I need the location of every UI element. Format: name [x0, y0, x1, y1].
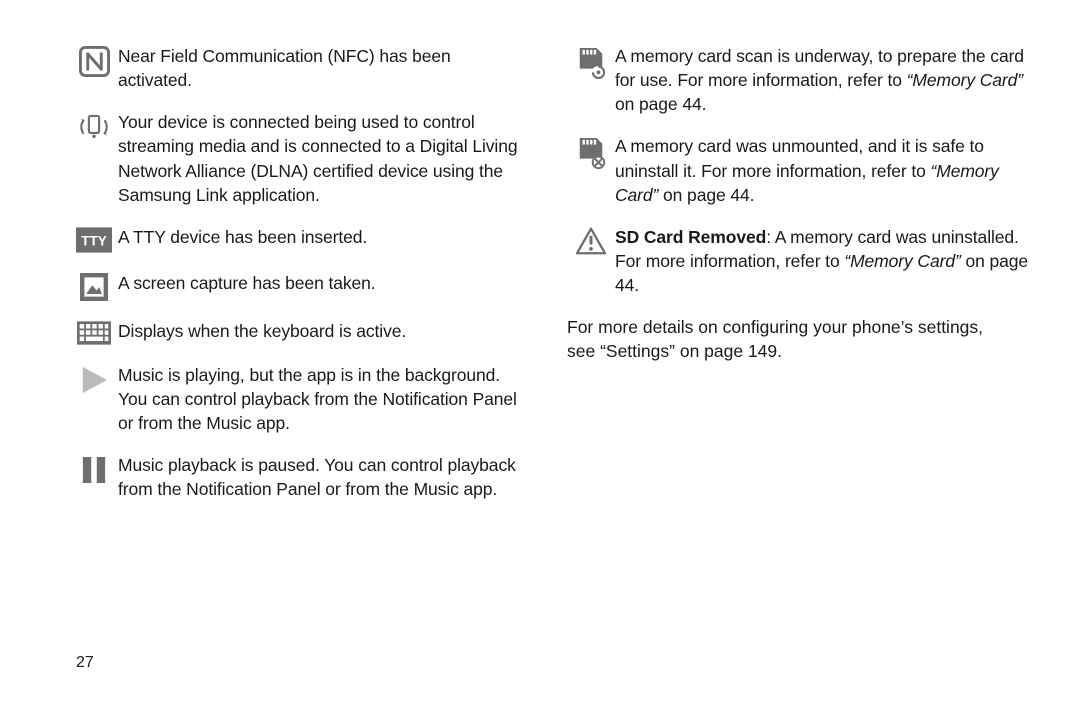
svg-text:TTY: TTY	[81, 233, 107, 248]
item-keyboard: Displays when the keyboard is active.	[70, 319, 529, 345]
tty-desc: A TTY device has been inserted.	[118, 225, 529, 249]
item-sd-unmount: A memory card was unmounted, and it is s…	[567, 134, 1036, 206]
sd-scan-desc: A memory card scan is underway, to prepa…	[615, 44, 1036, 116]
item-music-pause: Music playback is paused. You can contro…	[70, 453, 529, 501]
sd-removed-desc: SD Card Removed: A memory card was unins…	[615, 225, 1036, 297]
keyboard-desc: Displays when the keyboard is active.	[118, 319, 529, 343]
music-play-desc: Music is playing, but the app is in the …	[118, 363, 529, 435]
dlna-desc: Your device is connected being used to c…	[118, 110, 529, 207]
pause-icon	[70, 453, 118, 485]
sd-unmount-icon	[567, 134, 615, 170]
item-screenshot: A screen capture has been taken.	[70, 271, 529, 301]
item-sd-scan: A memory card scan is underway, to prepa…	[567, 44, 1036, 116]
sd-scan-icon	[567, 44, 615, 80]
item-nfc: Near Field Communication (NFC) has been …	[70, 44, 529, 92]
tty-icon: TTY	[70, 225, 118, 253]
keyboard-icon	[70, 319, 118, 345]
page-number: 27	[76, 654, 94, 672]
item-dlna: Your device is connected being used to c…	[70, 110, 529, 207]
warning-icon	[567, 225, 615, 255]
item-music-play: Music is playing, but the app is in the …	[70, 363, 529, 435]
item-tty: TTY A TTY device has been inserted.	[70, 225, 529, 253]
screenshot-desc: A screen capture has been taken.	[118, 271, 529, 295]
play-icon	[70, 363, 118, 395]
right-column: A memory card scan is underway, to prepa…	[553, 44, 1036, 720]
manual-page: Near Field Communication (NFC) has been …	[0, 0, 1080, 720]
nfc-icon	[70, 44, 118, 77]
dlna-icon	[70, 110, 118, 142]
left-column: Near Field Communication (NFC) has been …	[70, 44, 553, 720]
music-pause-desc: Music playback is paused. You can contro…	[118, 453, 529, 501]
sd-unmount-desc: A memory card was unmounted, and it is s…	[615, 134, 1036, 206]
settings-footnote: For more details on configuring your pho…	[567, 315, 1036, 363]
item-sd-removed: SD Card Removed: A memory card was unins…	[567, 225, 1036, 297]
screenshot-icon	[70, 271, 118, 301]
nfc-desc: Near Field Communication (NFC) has been …	[118, 44, 529, 92]
